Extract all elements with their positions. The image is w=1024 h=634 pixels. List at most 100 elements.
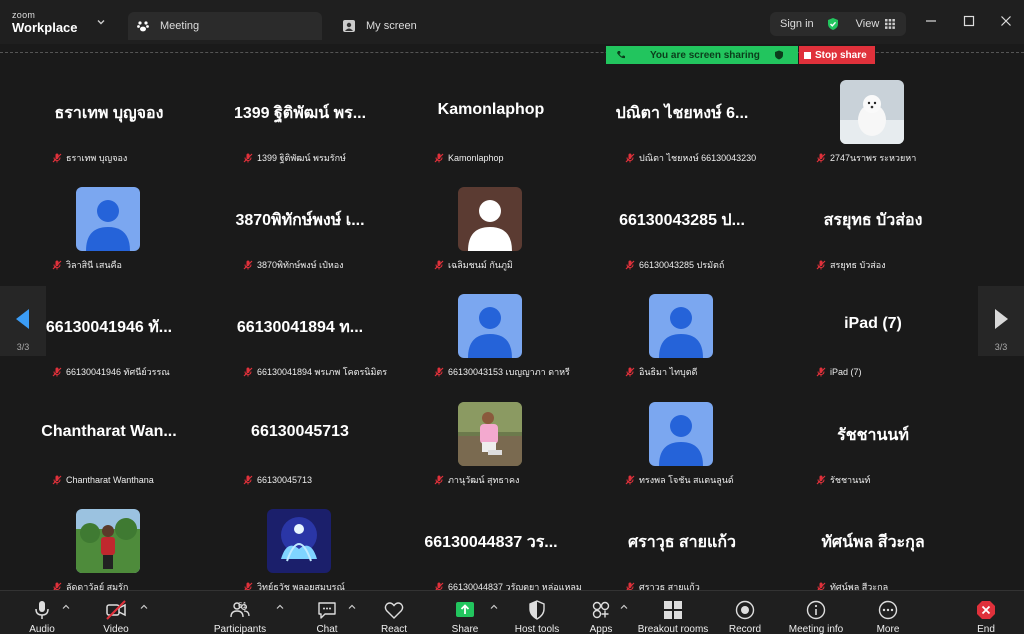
participant-name-label: 66130045713 [243, 473, 312, 487]
tab-my-screen-label: My screen [366, 20, 417, 32]
mic-muted-icon [243, 153, 253, 163]
share-screen-icon [456, 602, 474, 617]
participant-tile[interactable]: ศราวุธ สายแก้ว ศราวุธ สายแก้ว [587, 486, 777, 593]
participant-display-name: Kamonlaphop [437, 101, 545, 118]
audio-options-caret-icon[interactable] [62, 603, 70, 611]
sign-in-button[interactable]: Sign in [780, 18, 814, 30]
breakout-rooms-button[interactable]: Breakout rooms [636, 599, 710, 634]
participant-tile[interactable]: สรยุทธ บัวส่อง สรยุทธ บัวส่อง [778, 164, 968, 271]
apps-label: Apps [589, 624, 613, 634]
participant-tile[interactable]: 66130043285 ป... 66130043285 ปรมัตถ์ [587, 164, 777, 271]
mic-muted-icon [52, 475, 62, 485]
share-button[interactable]: Share [448, 599, 482, 634]
record-button[interactable]: Record [726, 599, 764, 634]
stop-share-button[interactable]: Stop share [799, 46, 875, 64]
grid-icon[interactable] [885, 19, 896, 29]
video-label: Video [103, 624, 129, 634]
participant-tile[interactable]: 66130043153 เบญญาภา ดาหรี [396, 271, 586, 378]
participant-name-label: ภานุวัฒน์ สุทธาคง [434, 473, 519, 487]
next-page-button[interactable]: 3/3 [978, 286, 1024, 356]
mic-muted-icon [625, 367, 635, 377]
mic-muted-icon [434, 260, 444, 270]
participant-display-name: 66130041894 ท... [236, 319, 364, 336]
participant-name: 2747นราพร ระหวยหา [830, 153, 917, 163]
chevron-down-icon[interactable] [96, 17, 106, 27]
participant-tile[interactable]: ธราเทพ บุญจอง ธราเทพ บุญจอง [14, 57, 204, 164]
chat-options-caret-icon[interactable] [348, 603, 356, 611]
participant-tile[interactable]: Chantharat Wan... Chantharat Wanthana [14, 379, 204, 486]
participant-name: 66130043153 เบญญาภา ดาหรี [448, 367, 570, 377]
participant-name-label: Chantharat Wanthana [52, 473, 154, 487]
participant-tile[interactable]: วิลาสินี เสนคือ [14, 164, 204, 271]
participant-display-name: ศราวุธ สายแก้ว [627, 534, 737, 551]
host-tools-label: Host tools [514, 624, 560, 634]
prev-page-button[interactable]: 3/3 [0, 286, 46, 356]
apps-button[interactable]: Apps [584, 599, 618, 634]
participant-tile[interactable]: ทรงพล โจชัน สแตนลูนด์ [587, 379, 777, 486]
participant-tile[interactable]: 66130044837 วร... 66130044837 วรัญตยา หล่… [396, 486, 586, 593]
participant-tile[interactable]: รัชชานนท์ รัชชานนท์ [778, 379, 968, 486]
participant-avatar [649, 402, 713, 466]
participant-tile[interactable]: 66130045713 66130045713 [205, 379, 395, 486]
participant-display-name: 66130045713 [251, 423, 349, 440]
participant-display-name: ทัศน์พล สีวะกุล [821, 534, 925, 551]
apps-options-caret-icon[interactable] [620, 603, 628, 611]
view-button[interactable]: View [856, 18, 880, 30]
meeting-info-button[interactable]: Meeting info [786, 599, 846, 634]
participant-tile[interactable]: 3870พิทักษ์พงษ์ เ... 3870พิทักษ์พงษ์ เป๋ห… [205, 164, 395, 271]
tab-meeting[interactable]: Meeting [128, 12, 322, 40]
participant-tile[interactable]: iPad (7) iPad (7) [778, 271, 968, 378]
share-options-caret-icon[interactable] [490, 603, 498, 611]
mic-muted-icon [625, 153, 635, 163]
video-options-caret-icon[interactable] [140, 603, 148, 611]
participant-display-name: ปณิตา ไชยหงษ์ 6... [615, 105, 749, 122]
participants-button[interactable]: 61 Participants [210, 599, 270, 634]
participant-tile[interactable]: ปณิตา ไชยหงษ์ 6... ปณิตา ไชยหงษ์ 66130043… [587, 57, 777, 164]
minimize-icon[interactable] [924, 14, 938, 28]
host-tools-button[interactable]: Host tools [510, 599, 564, 634]
participants-options-caret-icon[interactable] [276, 603, 284, 611]
participant-avatar [840, 80, 904, 144]
more-button[interactable]: More [870, 599, 906, 634]
participant-tile[interactable]: Kamonlaphop Kamonlaphop [396, 57, 586, 164]
page-indicator-right: 3/3 [994, 342, 1008, 352]
participant-tile[interactable]: 66130041894 ท... 66130041894 พรเภพ โคตรนิ… [205, 271, 395, 378]
participant-tile[interactable]: ลัดดาวัลย์ สมรัก [14, 486, 204, 593]
participant-tile[interactable]: วิทย์ธวัช พลอยสมบูรณ์ [205, 486, 395, 593]
participant-tile[interactable]: 2747นราพร ระหวยหา [778, 57, 968, 164]
info-icon [806, 600, 826, 620]
video-off-icon [106, 600, 126, 620]
chat-icon [318, 602, 336, 619]
participant-name-label: ปณิตา ไชยหงษ์ 66130043230 [625, 151, 756, 165]
participant-name: ธราเทพ บุญจอง [66, 153, 128, 163]
participant-tile[interactable]: ภานุวัฒน์ สุทธาคง [396, 379, 586, 486]
end-call-icon [977, 601, 995, 619]
tab-my-screen[interactable]: My screen [336, 12, 417, 40]
shield-icon [529, 600, 545, 620]
chat-button[interactable]: Chat [310, 599, 344, 634]
react-button[interactable]: React [376, 599, 412, 634]
participant-tile[interactable]: อินธิมา ไทบุตดี [587, 271, 777, 378]
participant-tile[interactable]: เฉลิมชนม์ กันภูมิ [396, 164, 586, 271]
participant-name: อินธิมา ไทบุตดี [639, 367, 698, 377]
participant-tile[interactable]: ทัศน์พล สีวะกุล ทัศน์พล สีวะกุล [778, 486, 968, 593]
arrow-right-icon [995, 309, 1008, 329]
participant-display-name: Chantharat Wan... [41, 423, 177, 440]
video-button[interactable]: Video [98, 599, 134, 634]
shield-check-icon[interactable] [826, 17, 840, 31]
participant-name: 1399 ฐิติพัฒน์ พรมรักษ์ [257, 153, 346, 163]
mic-muted-icon [816, 260, 826, 270]
participant-name: iPad (7) [830, 367, 862, 377]
audio-button[interactable]: Audio [24, 599, 60, 634]
participant-name: Chantharat Wanthana [66, 475, 154, 485]
participant-name: 66130045713 [257, 475, 313, 485]
more-icon [878, 600, 898, 620]
maximize-icon[interactable] [962, 14, 976, 28]
mic-muted-icon [52, 367, 62, 377]
screen-user-icon [343, 20, 355, 32]
end-meeting-button[interactable]: End [970, 599, 1002, 634]
participant-tile[interactable]: 1399 ฐิติพัฒน์ พร... 1399 ฐิติพัฒน์ พรมรั… [205, 57, 395, 164]
participant-name: ปณิตา ไชยหงษ์ 66130043230 [639, 153, 757, 163]
participant-name: วิลาสินี เสนคือ [66, 260, 122, 270]
close-icon[interactable] [999, 14, 1013, 28]
